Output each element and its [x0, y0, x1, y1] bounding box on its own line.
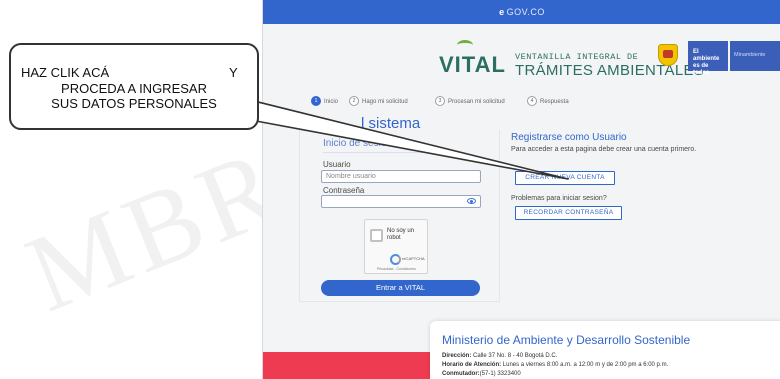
instruction-callout: HAZ CLIK ACÁ Y PROCEDA A INGRESAR SUS DA…: [9, 43, 259, 130]
callout-line1: HAZ CLIK ACÁ: [21, 65, 110, 80]
callout-line2: PROCEDA A INGRESAR: [61, 81, 207, 96]
stage: MBRE e GOV.CO VITAL VENTANILLA INTEGRAL D…: [0, 0, 780, 379]
pointer-arrow: [249, 99, 569, 180]
callout-line1-end: Y: [229, 65, 238, 80]
callout-line3: SUS DATOS PERSONALES: [51, 96, 217, 111]
